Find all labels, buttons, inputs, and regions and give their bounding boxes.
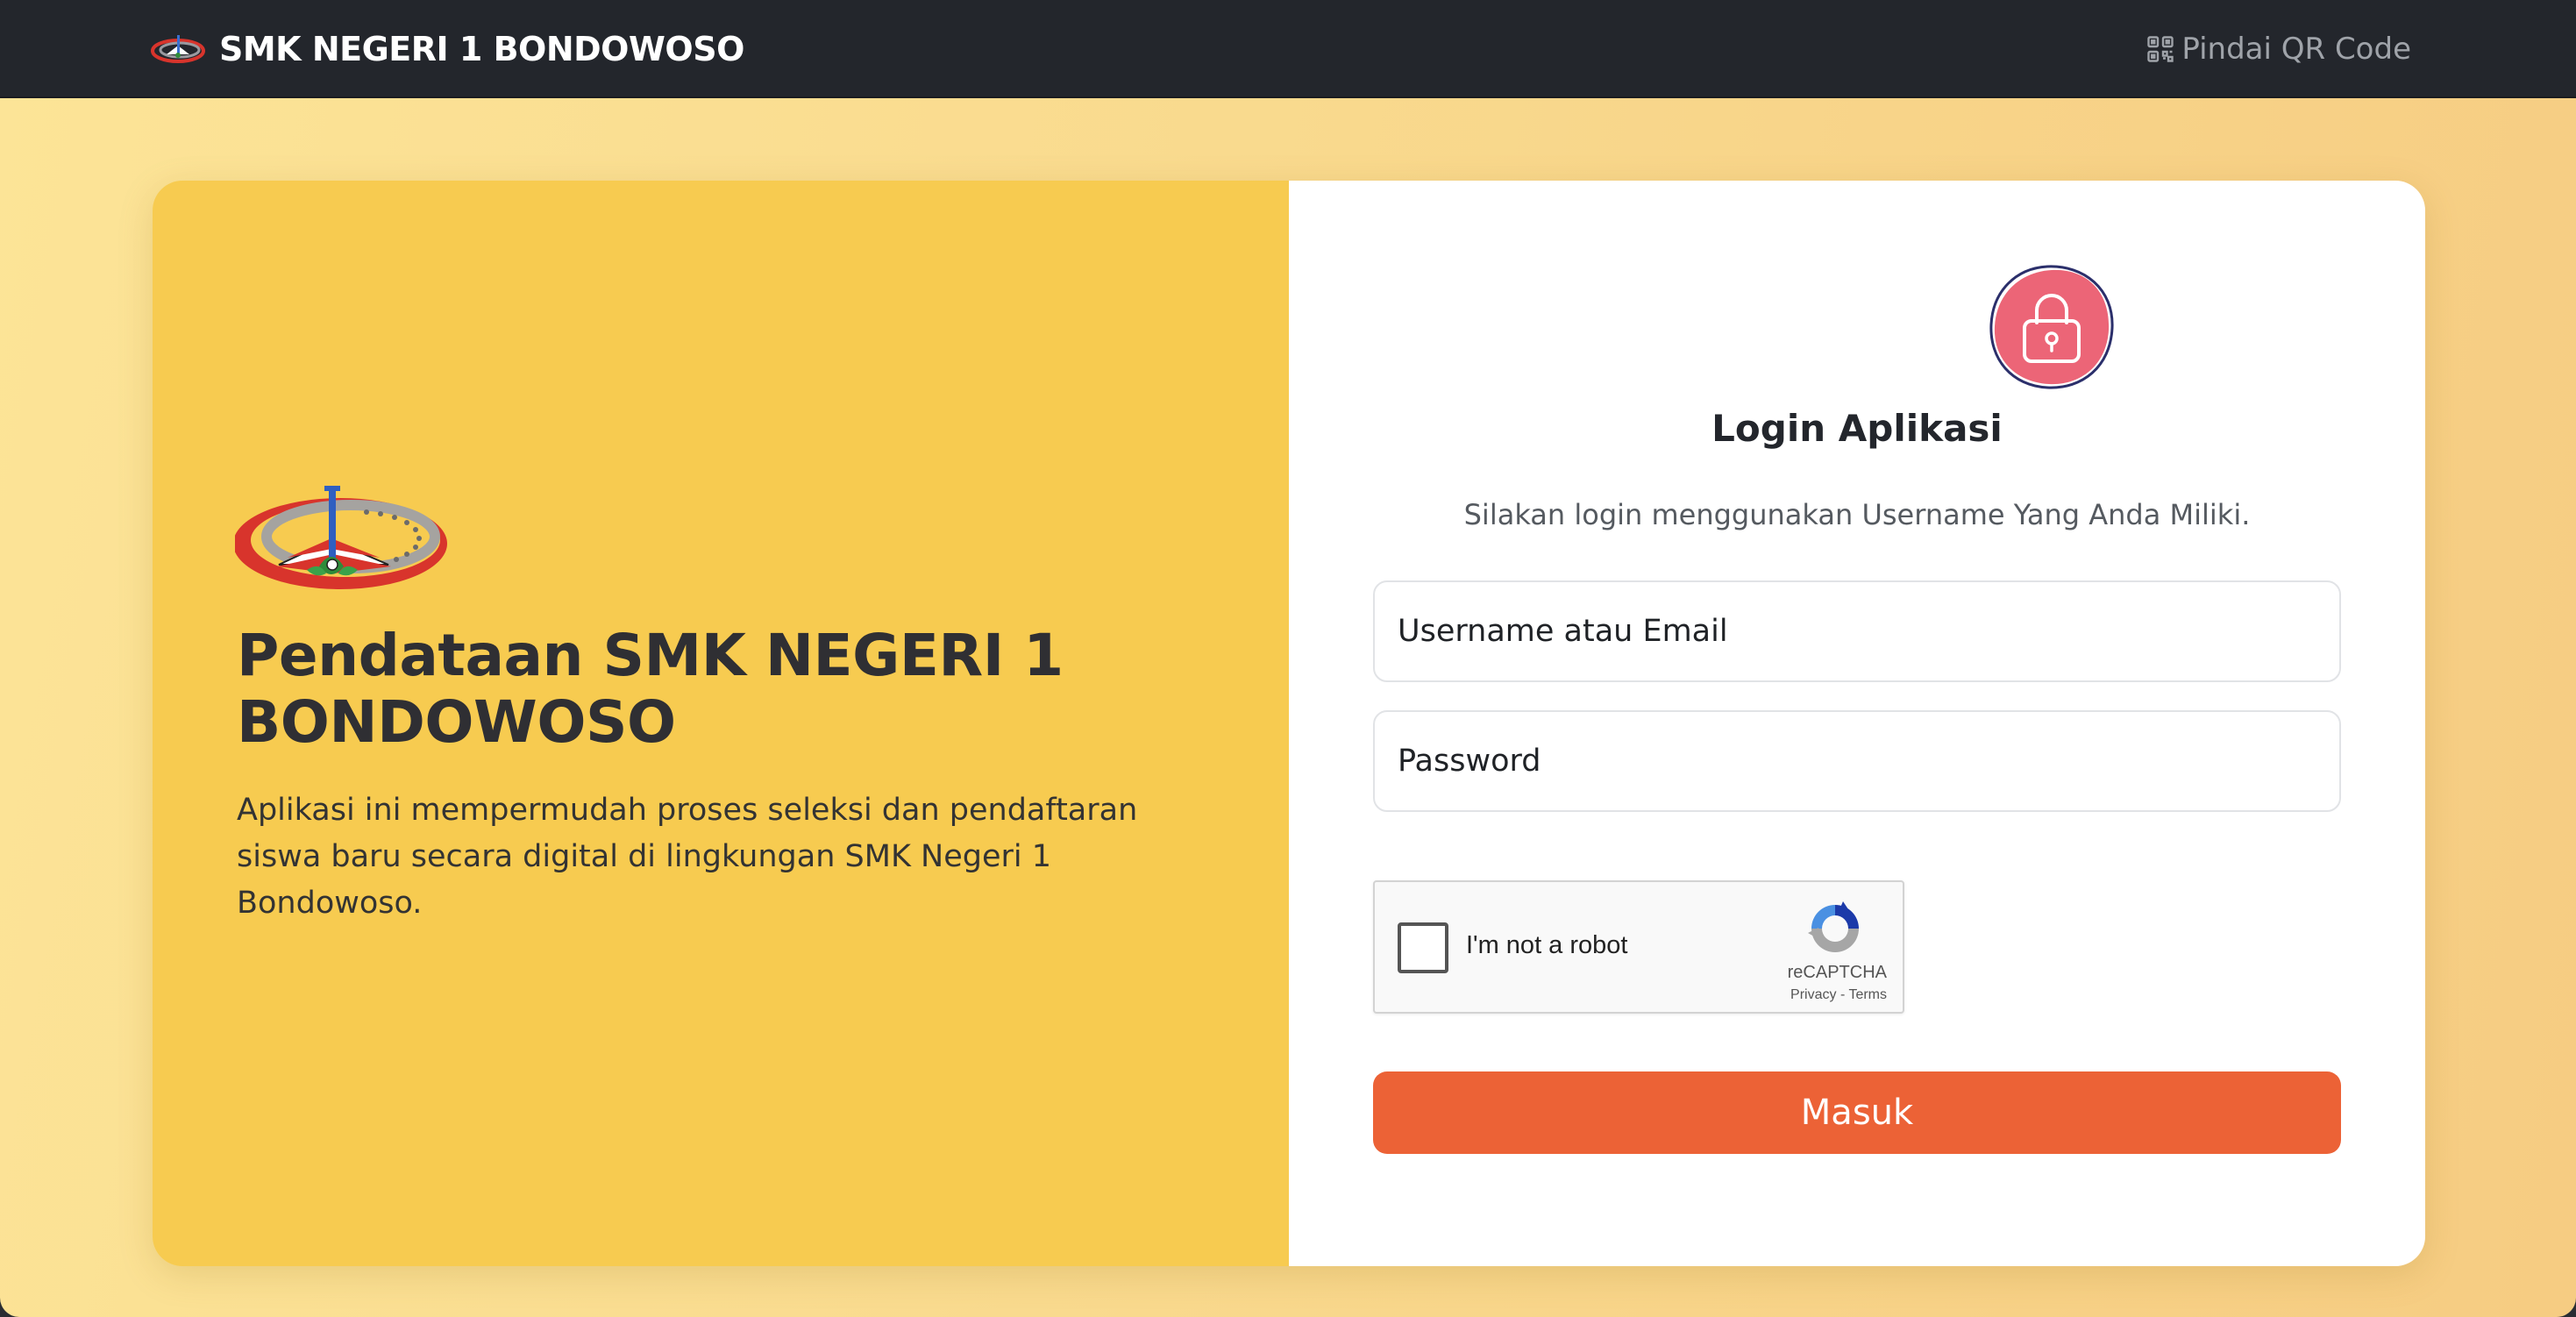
login-card: Pendataan SMK NEGERI 1 BONDOWOSO Aplikas… xyxy=(153,181,2425,1266)
lock-icon xyxy=(1989,265,2114,389)
login-title: Login Aplikasi xyxy=(1711,407,2003,450)
school-emblem-icon xyxy=(151,35,205,63)
login-submit-button[interactable]: Masuk xyxy=(1373,1071,2341,1154)
recaptcha-checkbox[interactable] xyxy=(1398,922,1448,973)
recaptcha-logo-icon xyxy=(1808,901,1859,952)
username-input[interactable] xyxy=(1373,580,2341,682)
qr-scan-label: Pindai QR Code xyxy=(2181,32,2411,67)
panel-title: Pendataan SMK NEGERI 1 BONDOWOSO xyxy=(237,622,1064,756)
top-navbar: SMK NEGERI 1 BONDOWOSO Pindai QR Code xyxy=(0,0,2576,98)
info-panel: Pendataan SMK NEGERI 1 BONDOWOSO Aplikas… xyxy=(153,181,1289,1266)
login-form-panel: Login Aplikasi Silakan login menggunakan… xyxy=(1289,181,2425,1266)
recaptcha-privacy-link[interactable]: Privacy xyxy=(1790,987,1836,1002)
recaptcha-label: I'm not a robot xyxy=(1466,931,1628,959)
recaptcha-link-separator: - xyxy=(1836,987,1849,1002)
qr-scan-link[interactable]: Pindai QR Code xyxy=(2145,28,2411,70)
qr-code-icon xyxy=(2147,36,2174,62)
recaptcha-brand: reCAPTCHA xyxy=(1787,963,1887,982)
login-subtitle: Silakan login menggunakan Username Yang … xyxy=(1463,498,2251,531)
recaptcha-terms-link[interactable]: Terms xyxy=(1848,987,1887,1002)
brand-name: SMK NEGERI 1 BONDOWOSO xyxy=(219,30,744,68)
recaptcha-widget: I'm not a robot reCAPTCHA Privacy - Term… xyxy=(1373,880,1904,1014)
school-logo-icon xyxy=(235,486,447,589)
password-input[interactable] xyxy=(1373,710,2341,812)
recaptcha-links: Privacy - Terms xyxy=(1682,987,1887,1003)
page: SMK NEGERI 1 BONDOWOSO Pindai QR Code Pe… xyxy=(0,0,2576,1317)
brand-link[interactable]: SMK NEGERI 1 BONDOWOSO xyxy=(151,26,744,72)
panel-description: Aplikasi ini mempermudah proses seleksi … xyxy=(237,793,1138,921)
